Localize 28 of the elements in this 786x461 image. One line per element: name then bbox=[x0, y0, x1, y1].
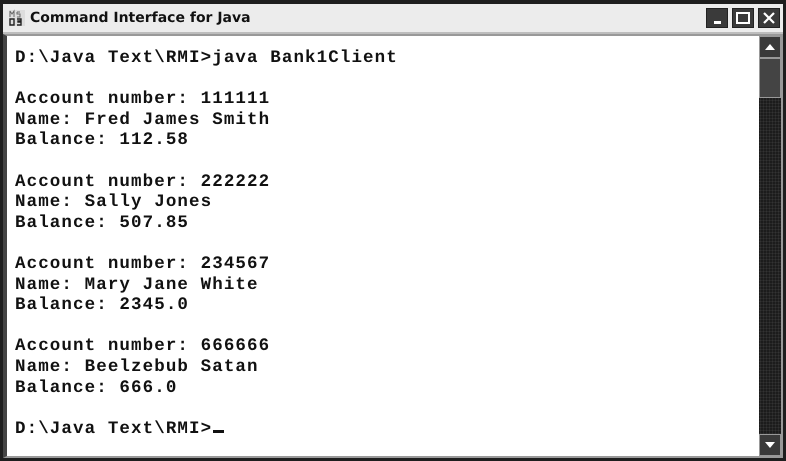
close-button[interactable] bbox=[758, 8, 780, 28]
minimize-icon bbox=[714, 20, 720, 24]
vertical-scrollbar[interactable] bbox=[759, 36, 781, 456]
console-line: Balance: 507.85 bbox=[15, 212, 190, 234]
console-line: Balance: 666.0 bbox=[15, 378, 178, 398]
console-line: Name: Mary Jane White bbox=[15, 274, 259, 296]
console-prompt: D:\Java Text\RMI> bbox=[15, 418, 212, 440]
console-line: Account number: 222222 bbox=[15, 172, 270, 192]
scroll-down-button[interactable] bbox=[759, 434, 781, 456]
console-line: Name: Fred James Smith bbox=[15, 110, 270, 130]
console-line: Balance: 2345.0 bbox=[15, 295, 190, 316]
scroll-thumb[interactable] bbox=[759, 58, 781, 98]
ms-dos-icon bbox=[8, 9, 26, 27]
maximize-icon bbox=[736, 12, 750, 24]
console-line: Name: Sally Jones bbox=[15, 192, 212, 213]
scroll-up-button[interactable] bbox=[759, 36, 781, 58]
close-icon bbox=[763, 12, 775, 24]
console-line: Account number: 111111 bbox=[15, 89, 270, 110]
down-triangle-icon bbox=[765, 442, 775, 448]
window-title: Command Interface for Java bbox=[30, 10, 252, 26]
console-line: D:\Java Text\RMI>java Bank1Client bbox=[15, 48, 398, 69]
maximize-button[interactable] bbox=[732, 8, 754, 28]
console-line: Balance: 112.58 bbox=[15, 130, 190, 151]
minimize-button[interactable] bbox=[706, 8, 728, 28]
console-line: Name: Beelzebub Satan bbox=[15, 356, 259, 378]
console-line: Account number: 234567 bbox=[15, 254, 270, 275]
up-triangle-icon bbox=[765, 44, 775, 50]
console-line: Account number: 666666 bbox=[15, 336, 270, 357]
